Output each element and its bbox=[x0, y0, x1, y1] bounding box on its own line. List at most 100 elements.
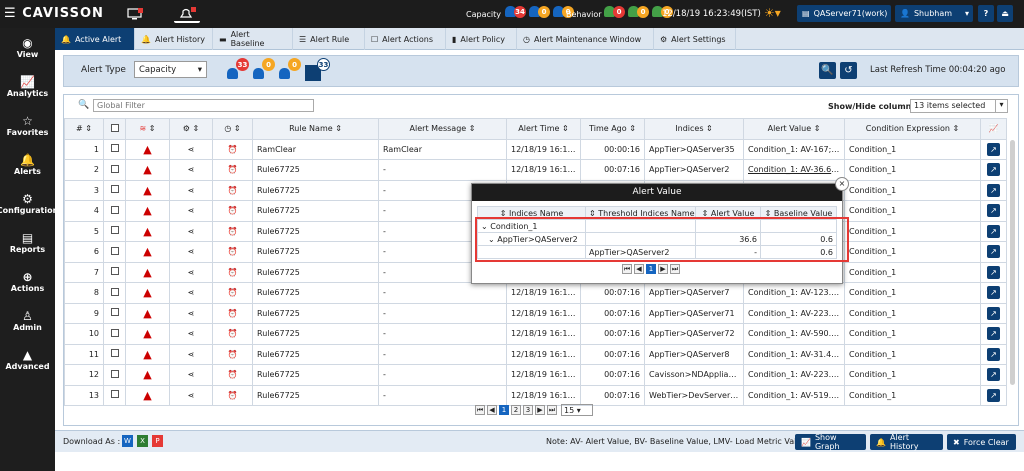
table-row[interactable]: 13 ▲ ⋖ ⏰ Rule67725-12/18/19 16:12:13 00:07:16… bbox=[64, 384, 1007, 406]
share-icon[interactable]: ⋖ bbox=[188, 288, 195, 297]
excel-icon[interactable]: X bbox=[137, 435, 148, 447]
first-page-button[interactable]: ⏮ bbox=[475, 405, 485, 415]
row-checkbox[interactable] bbox=[110, 349, 119, 358]
tab-alert-settings[interactable]: ⚙ Alert Settings bbox=[654, 28, 736, 50]
trend-chart-icon[interactable]: ↗ bbox=[987, 142, 1000, 156]
row-checkbox[interactable] bbox=[110, 369, 119, 378]
exit-icon[interactable]: ⏏ bbox=[997, 5, 1013, 22]
column-header-clock[interactable]: ◷ ⇕ bbox=[212, 118, 253, 140]
table-row[interactable]: 10 ▲ ⋖ ⏰ Rule67725-12/18/19 16:12:13 00:07:16… bbox=[64, 323, 1007, 345]
table-row[interactable]: 11 ▲ ⋖ ⏰ Rule67725-12/18/19 16:12:13 00:07:16… bbox=[64, 343, 1007, 365]
alarm-clock-icon[interactable]: ⏰ bbox=[228, 370, 238, 379]
tab-alert-policy[interactable]: ▮ Alert Policy bbox=[446, 28, 517, 50]
alert-value-cell[interactable]: Condition_1: AV-167; B... bbox=[743, 138, 845, 160]
share-icon[interactable]: ⋖ bbox=[188, 206, 195, 215]
sidebar-item-actions[interactable]: ⊕ Actions bbox=[0, 262, 55, 301]
row-checkbox[interactable] bbox=[110, 287, 119, 296]
share-icon[interactable]: ⋖ bbox=[188, 186, 195, 195]
alert-value-cell[interactable]: Condition_1: AV-36.6;... bbox=[743, 159, 845, 181]
prev-page-button[interactable]: ◀ bbox=[487, 405, 497, 415]
share-icon[interactable]: ⋖ bbox=[188, 165, 195, 174]
row-checkbox[interactable] bbox=[110, 185, 119, 194]
page-button-3[interactable]: 3 bbox=[523, 405, 533, 415]
sidebar-item-configuration[interactable]: ⚙ Configuration bbox=[0, 184, 58, 223]
table-row[interactable]: 8 ▲ ⋖ ⏰ Rule67725-12/18/19 16:12:13 00:07:16 A… bbox=[64, 282, 1007, 304]
server-selector[interactable]: ▤ QAServer71(work) bbox=[797, 5, 891, 22]
column-header-rule-name[interactable]: Rule Name ⇕ bbox=[252, 118, 379, 140]
share-icon[interactable]: ⋖ bbox=[188, 391, 195, 400]
tab-alert-actions[interactable]: ☐ Alert Actions bbox=[365, 28, 446, 50]
first-page-button[interactable]: ⏮ bbox=[622, 264, 632, 274]
column-header-index[interactable]: # ⇕ bbox=[64, 118, 104, 140]
column-header-alert-time[interactable]: Alert Time ⇕ bbox=[506, 118, 581, 140]
alert-type-select[interactable]: Capacity ▾ bbox=[134, 61, 207, 78]
trend-chart-icon[interactable]: ↗ bbox=[987, 245, 1000, 259]
column-header-time-ago[interactable]: Time Ago ⇕ bbox=[580, 118, 645, 140]
row-checkbox[interactable] bbox=[110, 267, 119, 276]
alarm-clock-icon[interactable]: ⏰ bbox=[228, 145, 238, 154]
alert-count-badges[interactable]: 33 0 0 33 bbox=[227, 58, 330, 81]
column-header-alert-value[interactable]: Alert Value ⇕ bbox=[743, 118, 845, 140]
capacity-alerts[interactable]: 34 0 0 bbox=[505, 6, 574, 18]
trend-chart-icon[interactable]: ↗ bbox=[987, 163, 1000, 177]
tab-alert-maintenance-window[interactable]: ◷ Alert Maintenance Window bbox=[517, 28, 654, 50]
trend-chart-icon[interactable]: ↗ bbox=[987, 347, 1000, 361]
close-icon[interactable]: × bbox=[835, 177, 849, 191]
monitor-icon[interactable] bbox=[124, 5, 146, 23]
pdf-icon[interactable]: P bbox=[152, 435, 163, 447]
alert-value-cell[interactable]: Condition_1: AV-223.6; ... bbox=[743, 364, 845, 386]
table-row[interactable]: 12 ▲ ⋖ ⏰ Rule67725-12/18/19 16:12:13 00:07:16… bbox=[64, 364, 1007, 386]
row-checkbox[interactable] bbox=[110, 390, 119, 399]
sidebar-item-analytics[interactable]: 📈 Analytics bbox=[0, 67, 55, 106]
alert-value-cell[interactable]: Condition_1: AV-31.4; B... bbox=[743, 343, 845, 365]
share-icon[interactable]: ⋖ bbox=[188, 350, 195, 359]
last-page-button[interactable]: ⏭ bbox=[547, 405, 557, 415]
select-all-checkbox[interactable] bbox=[110, 123, 119, 132]
alert-value-cell[interactable]: Condition_1: AV-590.2; ... bbox=[743, 323, 845, 345]
column-header-select[interactable] bbox=[103, 118, 126, 140]
row-checkbox[interactable] bbox=[110, 164, 119, 173]
share-icon[interactable]: ⋖ bbox=[188, 329, 195, 338]
alert-value-cell[interactable]: Condition_1: AV-223.6; ... bbox=[743, 302, 845, 324]
alarm-clock-icon[interactable]: ⏰ bbox=[228, 186, 238, 195]
column-header-severity[interactable]: ≋ ⇕ bbox=[125, 118, 170, 140]
next-page-button[interactable]: ▶ bbox=[535, 405, 545, 415]
row-checkbox[interactable] bbox=[110, 226, 119, 235]
column-header-indices[interactable]: Indices ⇕ bbox=[644, 118, 744, 140]
alarm-clock-icon[interactable]: ⏰ bbox=[228, 391, 238, 400]
alarm-clock-icon[interactable]: ⏰ bbox=[228, 165, 238, 174]
trend-chart-icon[interactable]: ↗ bbox=[987, 286, 1000, 300]
column-header-share[interactable]: ⚙ ⇕ bbox=[169, 118, 213, 140]
tab-alert-history[interactable]: 🔔 Alert History bbox=[135, 28, 213, 50]
next-page-button[interactable]: ▶ bbox=[658, 264, 668, 274]
alarm-clock-icon[interactable]: ⏰ bbox=[228, 329, 238, 338]
column-header-condition-expression[interactable]: Condition Expression ⇕ bbox=[844, 118, 981, 140]
prev-page-button[interactable]: ◀ bbox=[634, 264, 644, 274]
share-icon[interactable]: ⋖ bbox=[188, 247, 195, 256]
table-row[interactable]: 1 ▲ ⋖ ⏰ RamClear RamClear 12/18/19 16:19:13 00:… bbox=[64, 138, 1007, 160]
alert-bell-icon[interactable] bbox=[174, 5, 200, 23]
tab-active-alert[interactable]: 🔔 Active Alert bbox=[55, 28, 135, 50]
user-menu[interactable]: 👤 Shubham ▾ bbox=[895, 5, 973, 22]
alert-value-cell[interactable]: Condition_1: AV-519.2; ... bbox=[743, 384, 845, 406]
sidebar-item-favorites[interactable]: ☆ Favorites bbox=[0, 106, 55, 145]
alarm-clock-icon[interactable]: ⏰ bbox=[228, 268, 238, 277]
alarm-clock-icon[interactable]: ⏰ bbox=[228, 309, 238, 318]
trend-chart-icon[interactable]: ↗ bbox=[987, 306, 1000, 320]
share-icon[interactable]: ⋖ bbox=[188, 145, 195, 154]
share-icon[interactable]: ⋖ bbox=[188, 268, 195, 277]
share-icon[interactable]: ⋖ bbox=[188, 309, 195, 318]
alarm-clock-icon[interactable]: ⏰ bbox=[228, 247, 238, 256]
refresh-history-button[interactable]: ↺ bbox=[840, 62, 857, 79]
share-icon[interactable]: ⋖ bbox=[188, 370, 195, 379]
column-header-alert-message[interactable]: Alert Message ⇕ bbox=[378, 118, 507, 140]
trend-chart-icon[interactable]: ↗ bbox=[987, 368, 1000, 382]
share-icon[interactable]: ⋖ bbox=[188, 227, 195, 236]
alert-value-cell[interactable]: Condition_1: AV-123.4; ... bbox=[743, 282, 845, 304]
show-hide-columns-select[interactable]: 13 items selected ▾ bbox=[910, 99, 1008, 113]
table-row[interactable]: 2 ▲ ⋖ ⏰ Rule67725-12/18/19 16:12:13 00:07:16 A… bbox=[64, 159, 1007, 181]
column-header-trend[interactable]: 📈 bbox=[980, 118, 1007, 140]
show-graph-button[interactable]: 📈 Show Graph bbox=[795, 433, 866, 451]
last-page-button[interactable]: ⏭ bbox=[670, 264, 680, 274]
sidebar-item-advanced[interactable]: ▲ Advanced bbox=[0, 340, 55, 379]
